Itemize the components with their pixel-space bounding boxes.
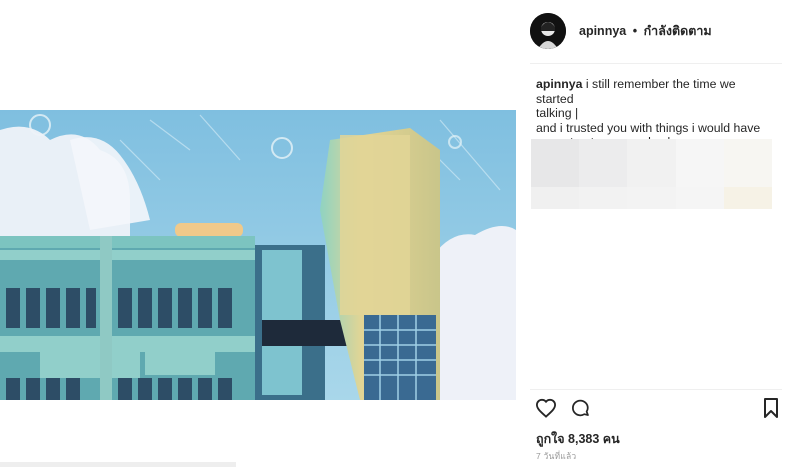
header-text: apinnya • กำลังติดตาม [579, 21, 712, 41]
actions-divider [530, 389, 782, 390]
comment-icon[interactable] [570, 398, 591, 424]
author-username[interactable]: apinnya [579, 24, 626, 38]
post-timestamp[interactable]: 7 วันที่แล้ว [536, 449, 576, 463]
caption-line: and i trusted you with things i would ha… [536, 120, 761, 135]
heart-icon[interactable] [535, 398, 557, 423]
post-header: apinnya • กำลังติดตาม [530, 12, 782, 50]
avatar[interactable] [530, 13, 566, 49]
header-divider [530, 63, 782, 64]
following-button[interactable]: กำลังติดตาม [644, 24, 712, 38]
action-bar [535, 398, 782, 420]
bookmark-icon[interactable] [763, 398, 779, 423]
like-count[interactable]: ถูกใจ 8,383 คน [536, 429, 620, 449]
redacted-comments [531, 139, 772, 209]
separator-dot: • [632, 24, 638, 38]
scroll-indicator [0, 462, 236, 467]
caption-username[interactable]: apinnya [536, 77, 582, 91]
caption-line: talking | [536, 106, 579, 120]
post-image[interactable] [0, 110, 516, 400]
